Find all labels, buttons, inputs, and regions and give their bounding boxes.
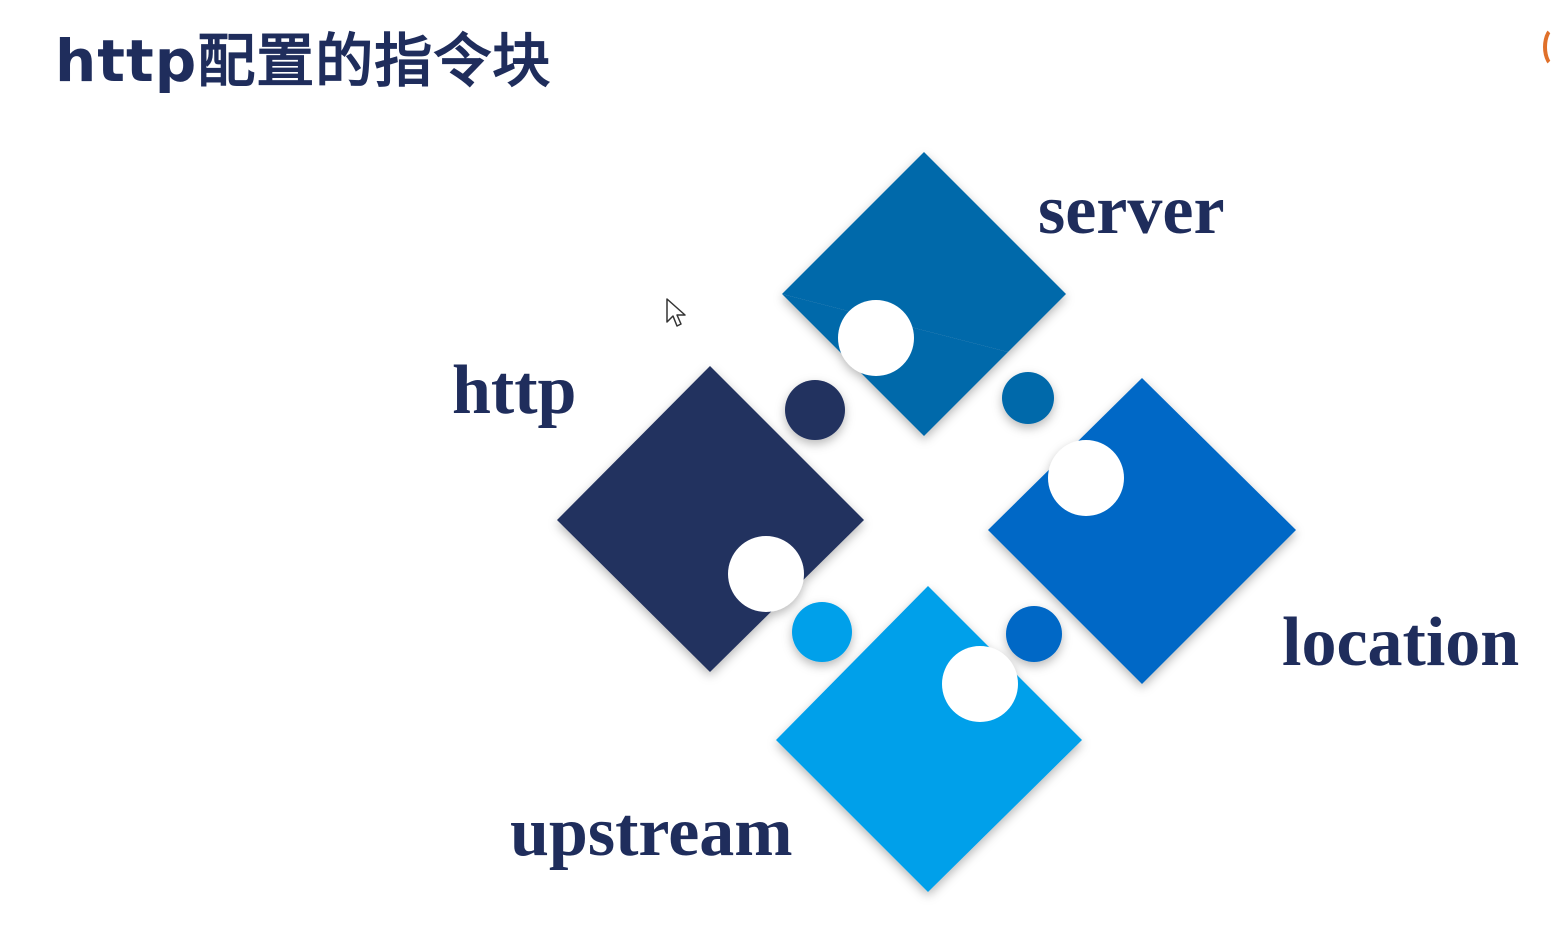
puzzle-piece-location: [988, 378, 1296, 684]
slide: http配置的指令块 server http location upstream: [0, 0, 1551, 939]
label-server: server: [1038, 172, 1225, 249]
label-location: location: [1282, 604, 1520, 681]
label-http: http: [452, 352, 577, 429]
mouse-pointer-icon: [666, 298, 686, 327]
label-upstream: upstream: [510, 794, 793, 871]
